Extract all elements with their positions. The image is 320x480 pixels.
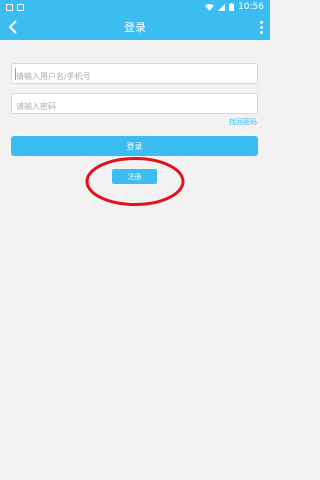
password-field[interactable] (11, 93, 258, 116)
back-arrow-icon[interactable] (6, 17, 22, 37)
page-title: 登录 (124, 21, 146, 34)
username-field[interactable] (11, 63, 258, 86)
forgot-password-link[interactable]: 找回密码 (229, 117, 257, 127)
battery-icon (229, 3, 235, 11)
register-button[interactable]: 注册 (112, 169, 157, 184)
text-cursor (15, 68, 16, 80)
status-bar: 10:56 (0, 0, 270, 14)
password-input[interactable] (12, 97, 257, 116)
signal-icon (218, 3, 226, 11)
status-time: 10:56 (238, 2, 264, 12)
wifi-icon (205, 3, 215, 11)
more-menu-icon[interactable] (258, 17, 264, 37)
notification-icon (17, 3, 24, 11)
login-button[interactable]: 登录 (11, 136, 258, 156)
username-input[interactable] (12, 67, 257, 86)
app-bar: 登录 (0, 14, 270, 40)
notification-icon (6, 3, 13, 11)
